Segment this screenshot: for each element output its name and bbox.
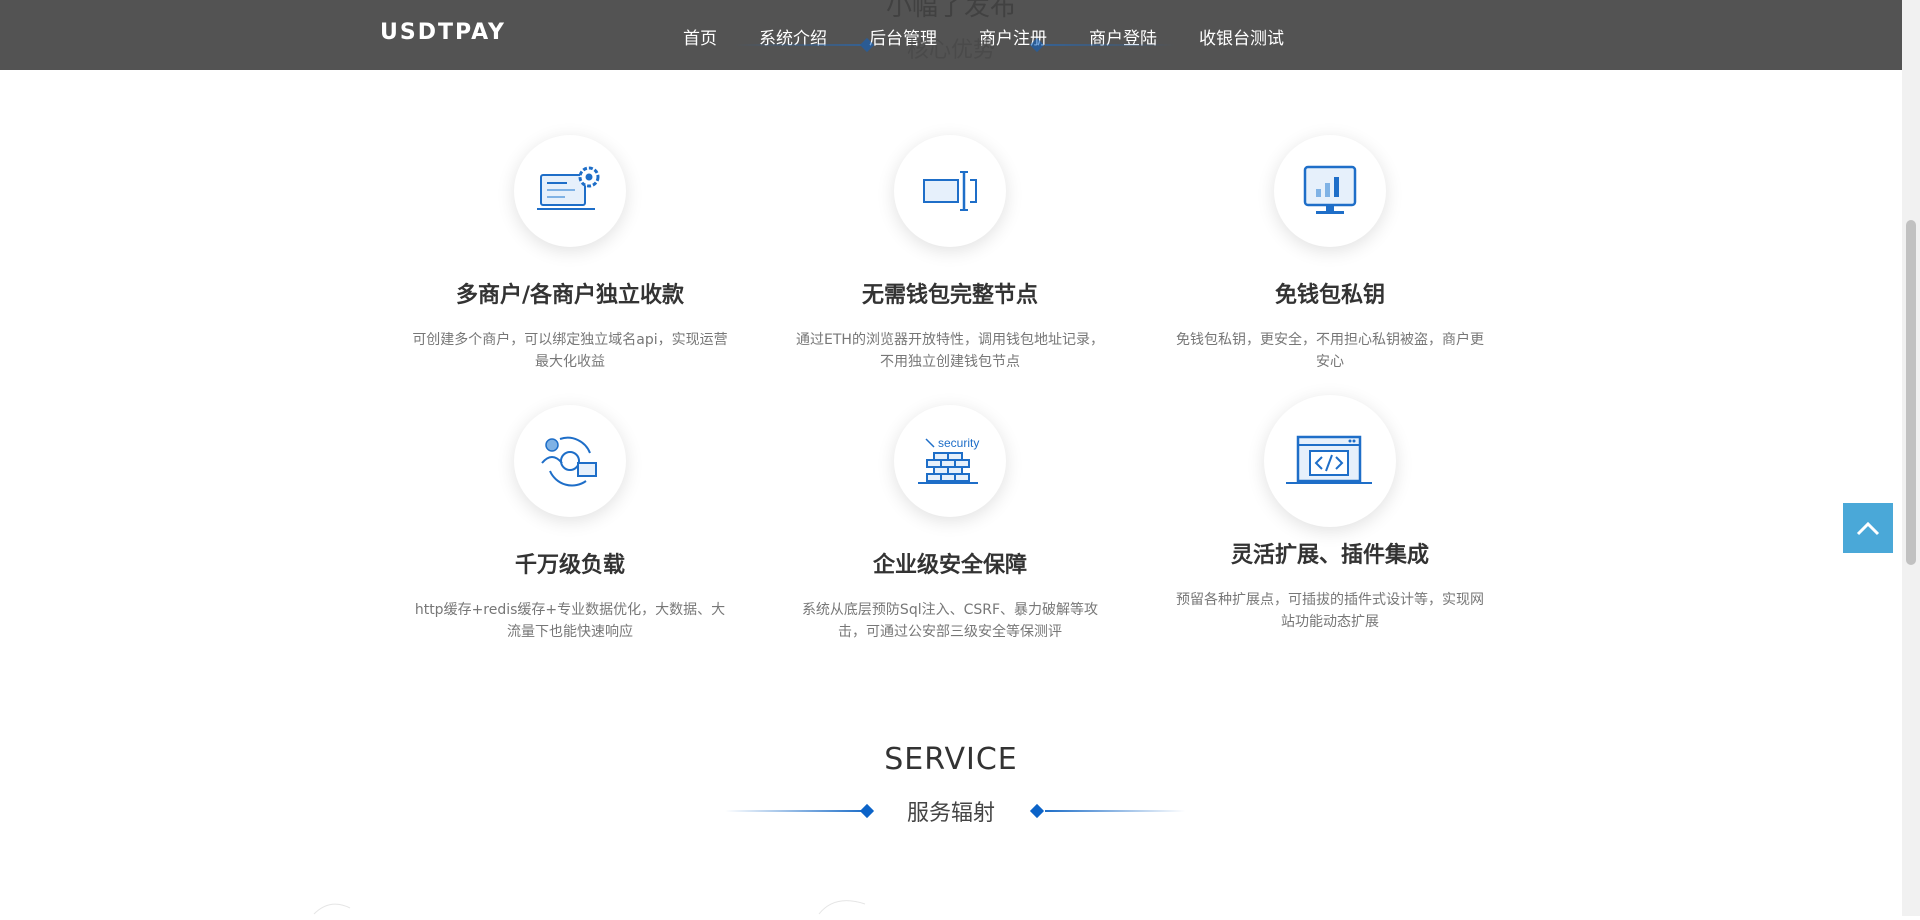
code-window-icon — [1264, 395, 1396, 527]
feature-desc: 预留各种扩展点，可插拔的插件式设计等，实现网站功能动态扩展 — [1176, 592, 1484, 630]
scrollbar-thumb[interactable] — [1906, 220, 1916, 565]
feature-title: 企业级安全保障 — [872, 553, 1027, 578]
security-wall-icon: security — [894, 405, 1006, 517]
nav-merchant-register[interactable]: 商户注册 — [979, 24, 1047, 49]
feature-card: security 企业级安全保障 系统从底层预防Sql注入、CSRF、暴力破解等… — [760, 405, 1140, 645]
feature-title: 多商户/各商户独立收款 — [455, 283, 685, 308]
wallet-node-icon — [894, 135, 1006, 247]
feature-card: 无需钱包完整节点 通过ETH的浏览器开放特性，调用钱包地址记录，不用独立创建钱包… — [760, 135, 1140, 375]
service-title: SERVICE — [884, 742, 1018, 777]
brand-logo[interactable]: USDTPAY — [380, 20, 506, 45]
nav-system-intro[interactable]: 系统介绍 — [759, 24, 827, 49]
feature-desc: 可创建多个商户，可以绑定独立域名api，实现运营最大化收益 — [412, 332, 728, 370]
nav-admin[interactable]: 后台管理 — [869, 24, 937, 49]
features-grid: 多商户/各商户独立收款 可创建多个商户，可以绑定独立域名api，实现运营最大化收… — [380, 135, 1520, 645]
monitor-chart-icon — [1274, 135, 1386, 247]
feature-title: 灵活扩展、插件集成 — [1230, 543, 1429, 568]
feature-card: 灵活扩展、插件集成 预留各种扩展点，可插拔的插件式设计等，实现网站功能动态扩展 — [1140, 395, 1520, 645]
feature-card: 多商户/各商户独立收款 可创建多个商户，可以绑定独立域名api，实现运营最大化收… — [380, 135, 760, 375]
settings-document-icon — [514, 135, 626, 247]
service-line-right — [1045, 810, 1185, 812]
feature-desc: 免钱包私钥，更安全，不用担心私钥被盗，商户更安心 — [1176, 332, 1484, 370]
nav-cashier-test[interactable]: 收银台测试 — [1199, 24, 1284, 49]
feature-card: 千万级负载 http缓存+redis缓存+专业数据优化，大数据、大流量下也能快速… — [380, 405, 760, 645]
load-users-icon — [514, 405, 626, 517]
nav-home[interactable]: 首页 — [683, 24, 717, 49]
security-label: security — [938, 436, 979, 450]
decorative-shape — [815, 894, 875, 916]
feature-title: 千万级负载 — [514, 553, 625, 578]
feature-title: 无需钱包完整节点 — [861, 283, 1038, 308]
header: USDTPAY 首页 系统介绍 后台管理 商户注册 商户登陆 收银台测试 — [0, 0, 1902, 70]
service-subtitle: 服务辐射 — [906, 801, 995, 826]
feature-title: 免钱包私钥 — [1274, 283, 1385, 308]
nav-merchant-login[interactable]: 商户登陆 — [1089, 24, 1157, 49]
feature-card: 免钱包私钥 免钱包私钥，更安全，不用担心私钥被盗，商户更安心 — [1140, 135, 1520, 375]
page-scrollbar[interactable] — [1902, 0, 1920, 916]
scroll-to-top-button[interactable] — [1843, 503, 1893, 553]
feature-desc: 通过ETH的浏览器开放特性，调用钱包地址记录，不用独立创建钱包节点 — [796, 332, 1104, 370]
main-nav: 首页 系统介绍 后台管理 商户注册 商户登陆 收银台测试 — [683, 24, 1326, 49]
decorative-shape — [310, 894, 370, 916]
feature-desc: http缓存+redis缓存+专业数据优化，大数据、大流量下也能快速响应 — [414, 602, 726, 640]
feature-desc: 系统从底层预防Sql注入、CSRF、暴力破解等攻击，可通过公安部三级安全等保测评 — [801, 602, 1099, 640]
chevron-up-icon — [1856, 521, 1880, 536]
